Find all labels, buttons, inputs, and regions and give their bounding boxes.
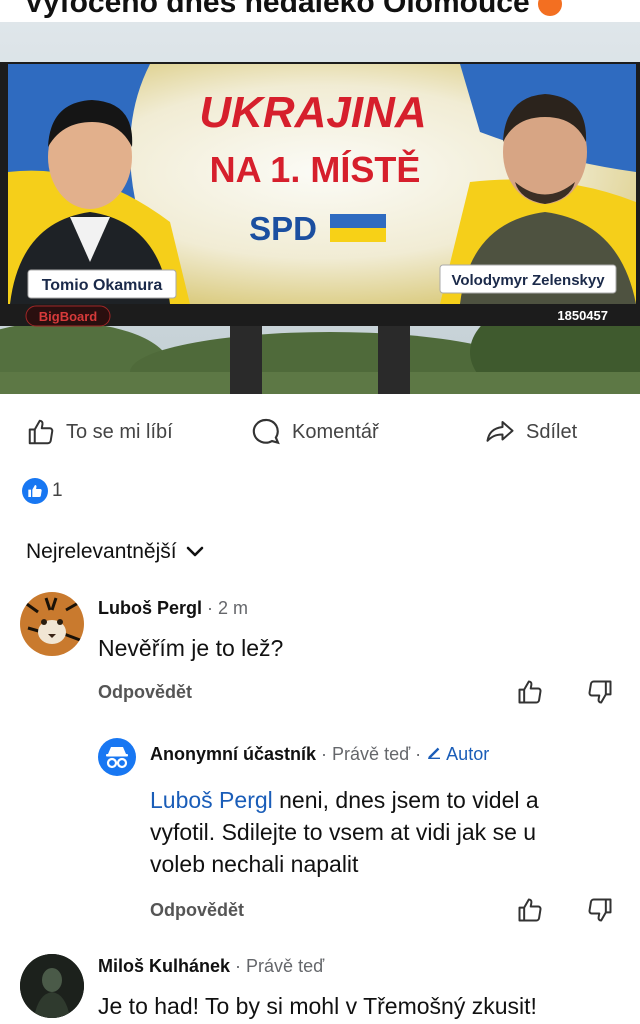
share-arrow-icon [486,421,514,442]
share-label: Sdílet [526,420,578,443]
reply-button[interactable]: Odpovědět [150,900,244,921]
share-button[interactable]: Sdílet [484,410,577,454]
downvote-button[interactable] [586,678,614,711]
sort-label: Nejrelevantnější [26,540,177,563]
comment-time: · Právě teď · [321,744,422,764]
anonymous-icon [106,747,128,769]
thumbs-down-icon [588,680,612,704]
avatar[interactable] [20,954,84,1018]
billboard-post [230,322,262,394]
reaction-count: 1 [52,480,63,501]
reply-button[interactable]: Odpovědět [98,682,192,703]
comment-author[interactable]: Miloš Kulhánek · Právě teď [98,956,324,977]
comment-text: Luboš Pergl neni, dnes jsem to videl a v… [150,787,539,877]
author-badge: Autor [426,744,489,764]
chevron-down-icon [186,546,203,557]
comment-label: Komentář [292,420,379,443]
thumbs-up-icon [28,419,54,445]
comment-item: Miloš Kulhánek · Právě teď Je to had! To… [0,950,640,1024]
comment-sort-dropdown[interactable]: Nejrelevantnější [26,540,205,564]
billboard-post [378,322,410,394]
avatar[interactable] [20,592,84,656]
comment-author[interactable]: Anonymní účastník · Právě teď · Autor [150,744,489,765]
thumbs-down-icon [588,898,612,922]
thumbs-up-icon [518,898,542,922]
comment-text: Je to had! To by si mohl v Třemošný zkus… [98,993,537,1019]
comment-time: · 2 m [207,598,249,618]
emoji-icon [537,0,562,17]
post-actions: To se mi líbí Komentář Sdílet [0,410,640,454]
brand-text: BigBoard [39,309,98,324]
billboard-headline: UKRAJINA [199,88,426,137]
billboard-party: SPD [249,210,317,247]
thumbs-up-icon [518,680,542,704]
reply-item: Anonymní účastník · Právě teď · Autor Lu… [0,736,640,936]
pencil-icon [428,747,441,759]
caption-left: Tomio Okamura [42,277,163,294]
comment-text: Nevěřím je to lež? [98,635,284,661]
upvote-button[interactable] [516,896,544,929]
caption-right: Volodymyr Zelenskyy [451,272,605,289]
avatar[interactable] [98,738,136,776]
downvote-button[interactable] [586,896,614,929]
comment-author[interactable]: Luboš Pergl · 2 m [98,598,248,619]
post-photo[interactable]: UKRAJINA NA 1. MÍSTĚ SPD Tomio Okamura V… [0,22,640,394]
like-label: To se mi líbí [66,420,173,443]
comment-time: · Právě teď [235,956,325,976]
billboard-subheadline: NA 1. MÍSTĚ [210,148,421,190]
like-button[interactable]: To se mi líbí [26,410,173,454]
upvote-button[interactable] [516,678,544,711]
post-title: Vyfoceno dnes nedaleko Olomouce [24,0,562,20]
comment-bubble-icon [252,418,280,445]
user-mention[interactable]: Luboš Pergl [150,787,273,813]
billboard-code: 1850457 [557,308,608,323]
like-reaction-icon [22,478,48,504]
comment-item: Luboš Pergl · 2 m Nevěřím je to lež? Odp… [0,590,640,710]
reaction-summary[interactable]: 1 [22,478,63,504]
flag-icon [330,214,386,228]
comment-button[interactable]: Komentář [250,410,379,454]
